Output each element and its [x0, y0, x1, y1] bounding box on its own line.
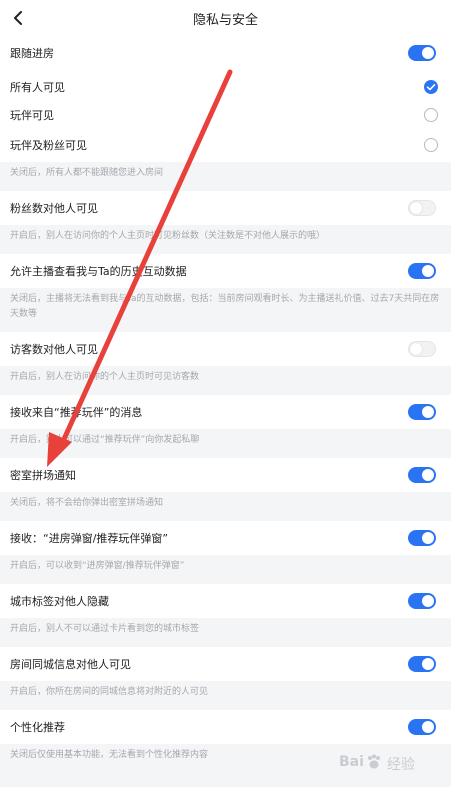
back-chevron-icon [14, 11, 22, 25]
setting-label: 所有人可见 [10, 81, 65, 94]
toggle-knob [422, 595, 434, 607]
toggle-knob [410, 343, 422, 355]
paw-logo-icon [368, 754, 380, 769]
setting-label: 跟随进房 [10, 47, 54, 60]
setting-row-visible-to-companions-and-fans[interactable]: 玩伴及粉丝可见 [0, 128, 451, 162]
baidu-jingyan-watermark: Bai 经验 [339, 749, 437, 775]
setting-description: 开启后，别人不可以通过卡片看到您的城市标签 [0, 618, 451, 647]
streamer-history-toggle[interactable] [408, 263, 436, 279]
toggle-knob [422, 532, 434, 544]
watermark-suffix: 经验 [387, 757, 415, 773]
visible-to-all-radio[interactable] [424, 80, 438, 94]
visible-to-companions-fans-radio[interactable] [424, 138, 438, 152]
setting-row-escape-room-notice: 密室拼场通知 [0, 458, 451, 492]
setting-label: 接收：“进房弹窗/推荐玩伴弹窗” [10, 532, 169, 545]
setting-row-visitor-count-visible: 访客数对他人可见 [0, 332, 451, 366]
toggle-knob [422, 406, 434, 418]
top-nav-bar: 隐私与安全 [0, 0, 451, 36]
escape-room-notice-toggle[interactable] [408, 467, 436, 483]
page-title: 隐私与安全 [192, 12, 258, 28]
setting-label: 城市标签对他人隐藏 [10, 595, 109, 608]
toggle-knob [422, 469, 434, 481]
setting-row-recommended-companion-messages: 接收来自“推荐玩伴”的消息 [0, 395, 451, 429]
setting-description: 开启后，别人在访问你的个人主页时可见粉丝数（关注数是不对他人展示的哦） [0, 225, 451, 254]
same-city-visible-toggle[interactable] [408, 656, 436, 672]
follow-into-room-toggle[interactable] [408, 45, 436, 61]
toggle-knob [422, 265, 434, 277]
setting-row-hide-city-tag: 城市标签对他人隐藏 [0, 584, 451, 618]
setting-row-fan-count-visible: 粉丝数对他人可见 [0, 191, 451, 225]
setting-label: 玩伴及粉丝可见 [10, 139, 87, 152]
setting-label: 允许主播查看我与Ta的历史互动数据 [10, 265, 187, 278]
visitor-count-visible-toggle[interactable] [408, 341, 436, 357]
setting-description: 开启后，可以收到“进房弹窗/推荐玩伴弹窗” [0, 555, 451, 584]
toggle-knob [422, 721, 434, 733]
setting-label: 粉丝数对他人可见 [10, 202, 98, 215]
toggle-knob [422, 658, 434, 670]
setting-label: 接收来自“推荐玩伴”的消息 [10, 406, 143, 419]
setting-description: 关闭后，将不会给你弹出密室拼场通知 [0, 492, 451, 521]
setting-description: 关闭后，所有人都不能跟随您进入房间 [0, 162, 451, 191]
setting-label: 房间同城信息对他人可见 [10, 658, 131, 671]
personalized-recommendation-toggle[interactable] [408, 719, 436, 735]
setting-description: 开启后，别人可以通过“推荐玩伴”向你发起私聊 [0, 429, 451, 458]
setting-description: 开启后，别人在访问你的个人主页时可见访客数 [0, 366, 451, 395]
setting-description: 关闭后，主播将无法看到我与Ta的互动数据，包括：当前房间观看时长、为主播送礼价值… [0, 288, 451, 332]
setting-row-personalized-recommendation: 个性化推荐 [0, 710, 451, 744]
recommended-companion-messages-toggle[interactable] [408, 404, 436, 420]
checkmark-icon [426, 84, 436, 91]
setting-label: 密室拼场通知 [10, 469, 76, 482]
back-button[interactable] [6, 6, 30, 30]
watermark-brand: Bai [339, 754, 364, 770]
setting-label: 访客数对他人可见 [10, 343, 98, 356]
setting-row-room-popup: 接收：“进房弹窗/推荐玩伴弹窗” [0, 521, 451, 555]
visible-to-companions-radio[interactable] [424, 108, 438, 122]
setting-row-streamer-history: 允许主播查看我与Ta的历史互动数据 [0, 254, 451, 288]
setting-label: 玩伴可见 [10, 109, 54, 122]
fan-count-visible-toggle[interactable] [408, 200, 436, 216]
setting-description: 开启后，你所在房间的同城信息将对附近的人可见 [0, 681, 451, 710]
toggle-knob [422, 47, 434, 59]
setting-row-visible-to-companions[interactable]: 玩伴可见 [0, 98, 451, 132]
hide-city-tag-toggle[interactable] [408, 593, 436, 609]
toggle-knob [410, 202, 422, 214]
setting-label: 个性化推荐 [10, 721, 65, 734]
room-popup-toggle[interactable] [408, 530, 436, 546]
setting-row-same-city-visible: 房间同城信息对他人可见 [0, 647, 451, 681]
setting-row-follow-into-room: 跟随进房 [0, 36, 451, 70]
